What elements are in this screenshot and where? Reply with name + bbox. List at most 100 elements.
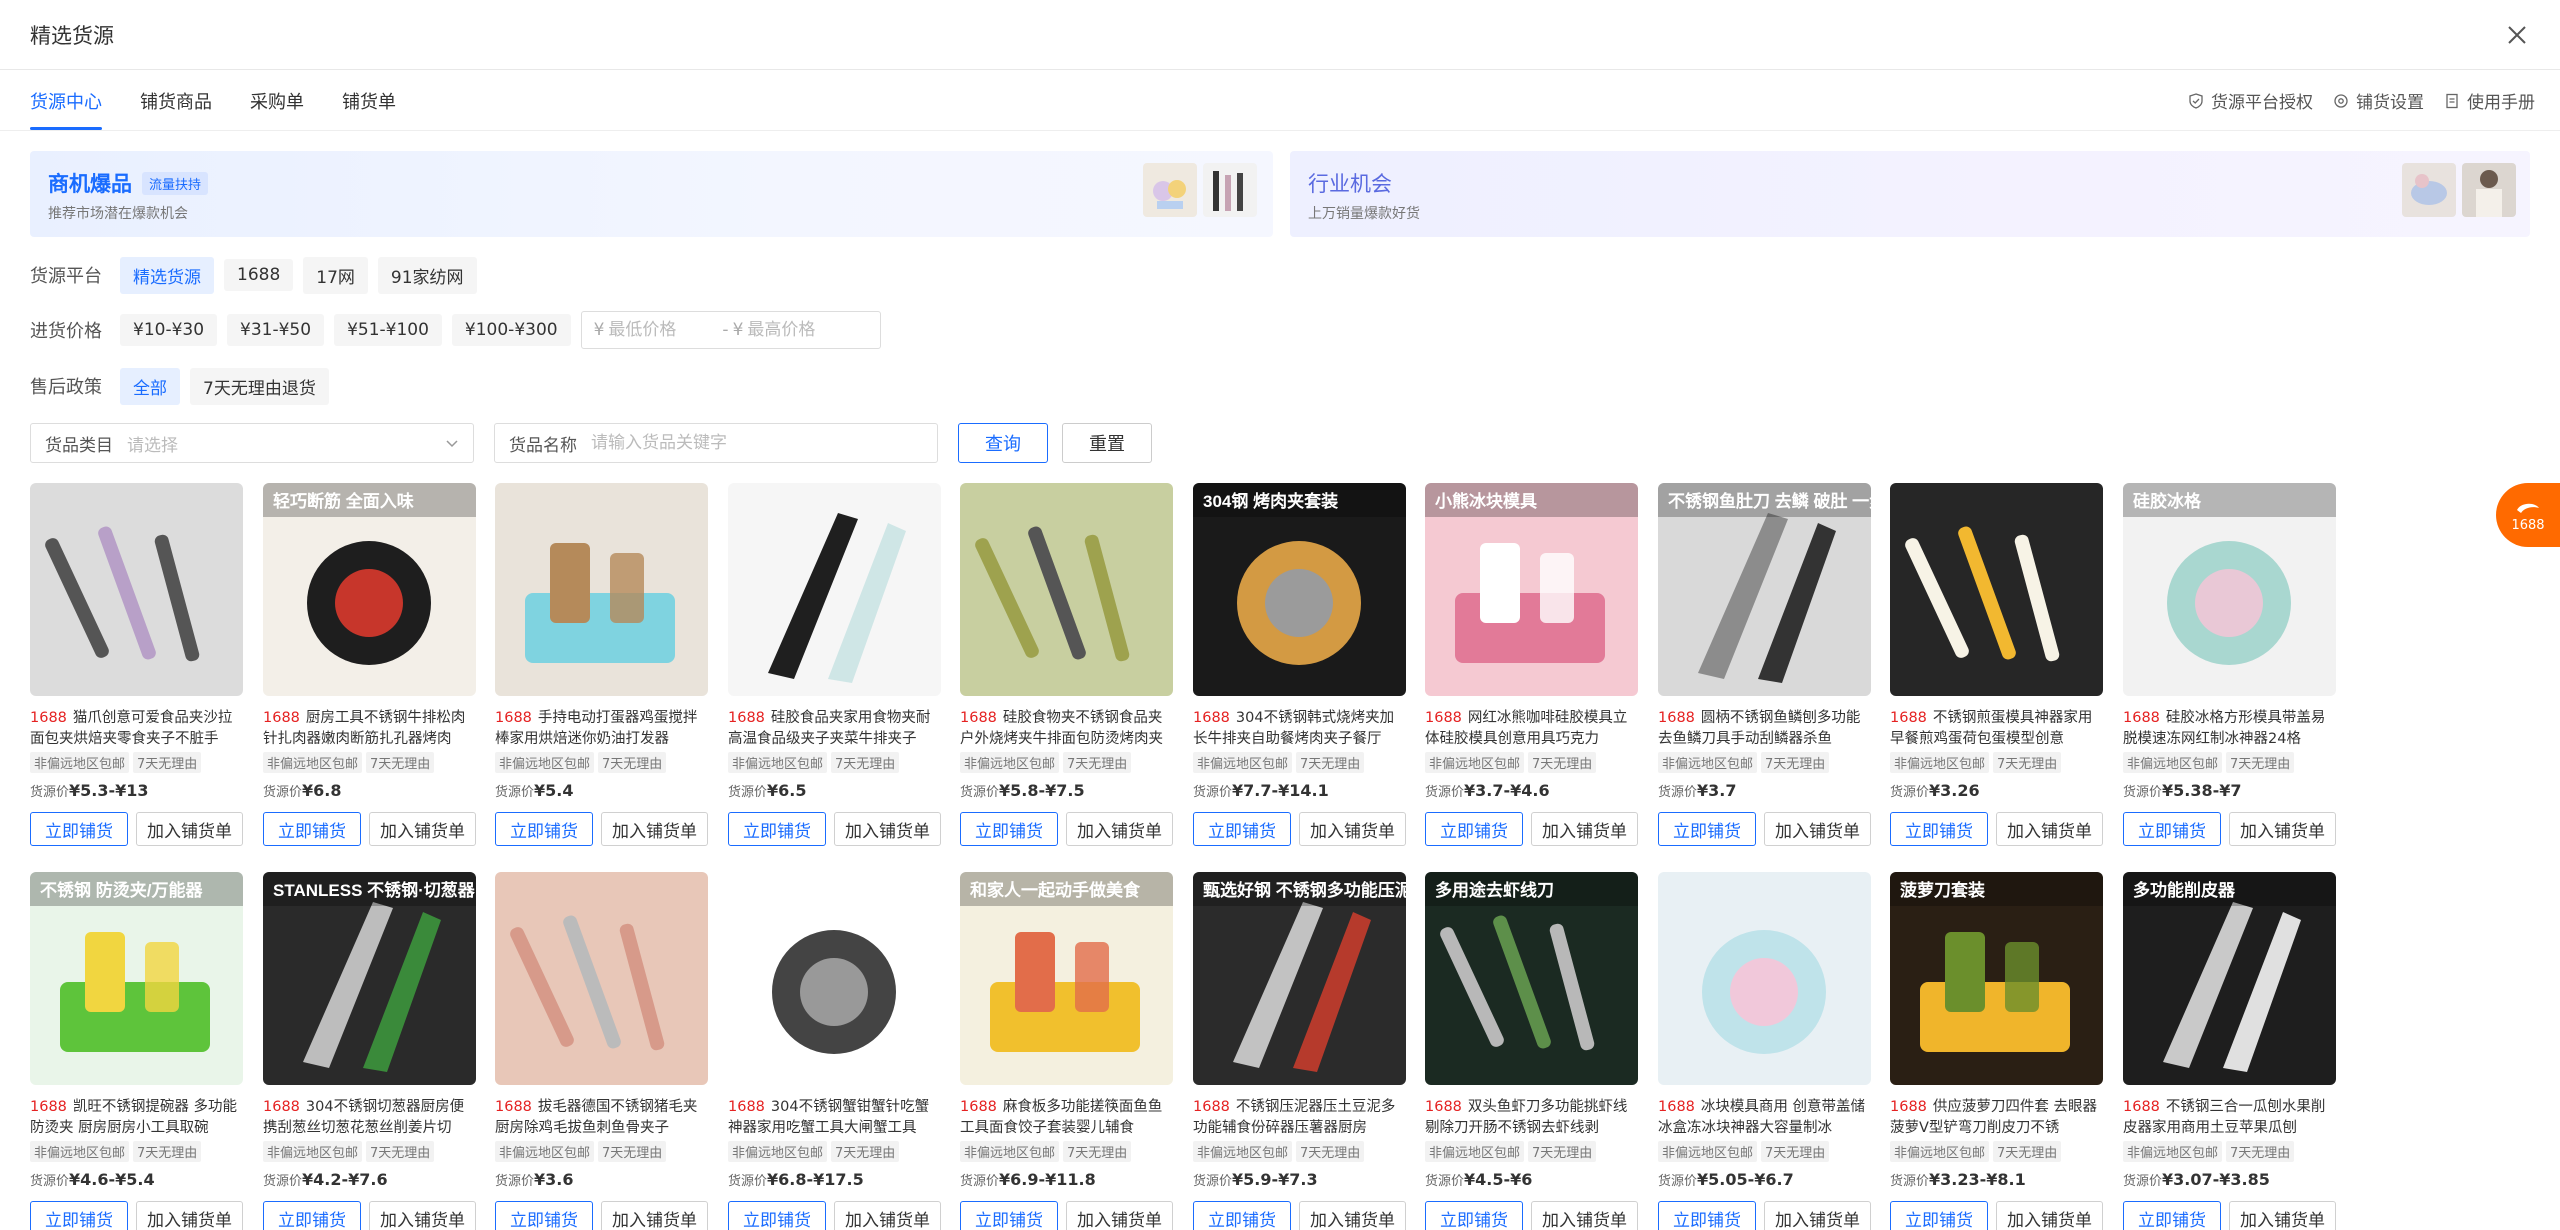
product-card[interactable]: 轻巧断筋 全面入味 1688 厨房工具不锈钢牛排松肉针扎肉器嫩肉断筋扎孔器烤肉 非… xyxy=(263,483,476,846)
min-price-input[interactable] xyxy=(608,320,719,340)
add-to-listing-button[interactable]: 加入铺货单 xyxy=(1299,812,1406,846)
list-now-button[interactable]: 立即铺货 xyxy=(263,1201,361,1230)
float-1688-widget[interactable]: 1688 xyxy=(2496,483,2560,547)
close-icon[interactable] xyxy=(2504,22,2530,48)
product-image-fish-scaler[interactable]: 不锈钢鱼肚刀 去鳞 破肚 一步到位 xyxy=(1658,483,1871,696)
add-to-listing-button[interactable]: 加入铺货单 xyxy=(1066,1201,1173,1230)
filter-option[interactable]: ¥10-¥30 xyxy=(120,314,218,346)
product-card[interactable]: 1688 手持电动打蛋器鸡蛋搅拌棒家用烘焙迷你奶油打发器 非偏远地区包邮 7天无理… xyxy=(495,483,708,846)
product-name[interactable]: 1688 304不锈钢韩式烧烤夹加长牛排夹自助餐烤肉夹子餐厅 xyxy=(1193,708,1406,750)
product-card[interactable]: 菠萝刀套装 1688 供应菠萝刀四件套 去眼器菠萝V型铲弯刀削皮刀不锈 非偏远地区… xyxy=(1890,872,2103,1230)
product-card[interactable]: 硅胶冰格 1688 硅胶冰格方形模具带盖易脱模速冻网红制冰神器24格 非偏远地区包… xyxy=(2123,483,2336,846)
product-card[interactable]: 1688 拔毛器德国不锈钢猪毛夹厨房除鸡毛拔鱼刺鱼骨夹子 非偏远地区包邮 7天无理… xyxy=(495,872,708,1230)
product-name[interactable]: 1688 不锈钢煎蛋模具神器家用早餐煎鸡蛋荷包蛋模型创意 xyxy=(1890,708,2103,750)
list-now-button[interactable]: 立即铺货 xyxy=(2123,812,2221,846)
add-to-listing-button[interactable]: 加入铺货单 xyxy=(601,1201,708,1230)
query-button[interactable]: 查询 xyxy=(958,423,1048,463)
product-image-potato-masher[interactable]: 甄选好钢 不锈钢多功能压泥器 xyxy=(1193,872,1406,1085)
list-now-button[interactable]: 立即铺货 xyxy=(1890,812,1988,846)
add-to-listing-button[interactable]: 加入铺货单 xyxy=(2229,1201,2336,1230)
product-name[interactable]: 1688 猫爪创意可爱食品夹沙拉面包夹烘焙夹零食夹子不脏手 xyxy=(30,708,243,750)
product-image-bear-ice-mold[interactable]: 小熊冰块模具 xyxy=(1425,483,1638,696)
tab-purchase-orders[interactable]: 采购单 xyxy=(250,88,304,130)
tab-source-center[interactable]: 货源中心 xyxy=(30,88,102,130)
product-card[interactable]: 多用途去虾线刀 1688 双头鱼虾刀多功能挑虾线剔除刀开肠不锈钢去虾线剥 非偏远地… xyxy=(1425,872,1638,1230)
filter-option[interactable]: ¥100-¥300 xyxy=(451,314,571,346)
product-name[interactable]: 1688 双头鱼虾刀多功能挑虾线剔除刀开肠不锈钢去虾线剥 xyxy=(1425,1097,1638,1139)
product-card[interactable]: 多功能削皮器 1688 不锈钢三合一瓜刨水果削皮器家用商用土豆苹果瓜刨 非偏远地区… xyxy=(2123,872,2336,1230)
product-image-scallion-cutter[interactable]: STANLESS 不锈钢·切葱器 xyxy=(263,872,476,1085)
product-name[interactable]: 1688 不锈钢三合一瓜刨水果削皮器家用商用土豆苹果瓜刨 xyxy=(2123,1097,2336,1139)
add-to-listing-button[interactable]: 加入铺货单 xyxy=(1996,812,2103,846)
platform-auth-link[interactable]: 货源平台授权 xyxy=(2188,88,2313,113)
filter-option[interactable]: ¥31-¥50 xyxy=(227,314,325,346)
add-to-listing-button[interactable]: 加入铺货单 xyxy=(1066,812,1173,846)
product-image-pineapple-knife[interactable]: 菠萝刀套装 xyxy=(1890,872,2103,1085)
list-now-button[interactable]: 立即铺货 xyxy=(960,812,1058,846)
product-card[interactable]: 不锈钢鱼肚刀 去鳞 破肚 一步到位 1688圆柄不锈钢鱼鳞刨多功能去鱼鳞刀具手动… xyxy=(1658,483,1871,846)
filter-option[interactable]: 精选货源 xyxy=(120,256,214,294)
product-name[interactable]: 1688 圆柄不锈钢鱼鳞刨多功能去鱼鳞刀具手动刮鳞器杀鱼 xyxy=(1658,708,1871,750)
list-now-button[interactable]: 立即铺货 xyxy=(728,1201,826,1230)
add-to-listing-button[interactable]: 加入铺货单 xyxy=(834,1201,941,1230)
product-card[interactable]: 1688 硅胶食物夹不锈钢食品夹户外烧烤夹牛排面包防烫烤肉夹 非偏远地区包邮 7天… xyxy=(960,483,1173,846)
product-name[interactable]: 1688 供应菠萝刀四件套 去眼器菠萝V型铲弯刀削皮刀不锈 xyxy=(1890,1097,2103,1139)
product-image-bowl-clip[interactable]: 不锈钢 防烫夹/万能器 xyxy=(30,872,243,1085)
product-name[interactable]: 1688 网红冰熊咖啡硅胶模具立体硅胶模具创意用具巧克力 xyxy=(1425,708,1638,750)
industry-opportunity-banner[interactable]: 行业机会 上万销量爆款好货 xyxy=(1290,151,2530,237)
list-now-button[interactable]: 立即铺货 xyxy=(2123,1201,2221,1230)
product-image-ice-tray[interactable]: 硅胶冰格 xyxy=(2123,483,2336,696)
add-to-listing-button[interactable]: 加入铺货单 xyxy=(1764,1201,1871,1230)
product-name-input[interactable] xyxy=(591,433,923,453)
add-to-listing-button[interactable]: 加入铺货单 xyxy=(136,812,243,846)
filter-option[interactable]: 全部 xyxy=(120,367,180,405)
product-card[interactable]: 甄选好钢 不锈钢多功能压泥器 1688不锈钢压泥器压土豆泥多功能辅食份碎器压薯器… xyxy=(1193,872,1406,1230)
add-to-listing-button[interactable]: 加入铺货单 xyxy=(601,812,708,846)
list-now-button[interactable]: 立即铺货 xyxy=(1425,812,1523,846)
filter-option[interactable]: ¥51-¥100 xyxy=(334,314,442,346)
list-now-button[interactable]: 立即铺货 xyxy=(1890,1201,1988,1230)
list-now-button[interactable]: 立即铺货 xyxy=(30,812,128,846)
product-card[interactable]: 1688 硅胶食品夹家用食物夹耐高温食品级夹子夹菜牛排夹子 非偏远地区包邮 7天无… xyxy=(728,483,941,846)
product-image-shrimp-knife[interactable]: 多用途去虾线刀 xyxy=(1425,872,1638,1085)
add-to-listing-button[interactable]: 加入铺货单 xyxy=(2229,812,2336,846)
product-image-food-tongs-set[interactable] xyxy=(30,483,243,696)
product-image-crab-cracker[interactable] xyxy=(728,872,941,1085)
category-select[interactable]: 货品类目 请选择 xyxy=(30,423,474,463)
product-name[interactable]: 1688 麻食板多功能搓筷面鱼鱼工具面食饺子套装婴儿辅食 xyxy=(960,1097,1173,1139)
list-now-button[interactable]: 立即铺货 xyxy=(1193,812,1291,846)
listing-settings-link[interactable]: 铺货设置 xyxy=(2333,88,2424,113)
add-to-listing-button[interactable]: 加入铺货单 xyxy=(369,1201,476,1230)
product-image-meat-tenderizer[interactable]: 轻巧断筋 全面入味 xyxy=(263,483,476,696)
product-name[interactable]: 1688 硅胶食物夹不锈钢食品夹户外烧烤夹牛排面包防烫烤肉夹 xyxy=(960,708,1173,750)
product-name[interactable]: 1688 硅胶冰格方形模具带盖易脱模速冻网红制冰神器24格 xyxy=(2123,708,2336,750)
filter-option[interactable]: 17网 xyxy=(303,256,368,294)
list-now-button[interactable]: 立即铺货 xyxy=(495,812,593,846)
product-image-silicone-bbq-tongs[interactable] xyxy=(960,483,1173,696)
list-now-button[interactable]: 立即铺货 xyxy=(728,812,826,846)
tab-listed-products[interactable]: 铺货商品 xyxy=(140,88,212,130)
product-image-korean-bbq-scissors[interactable]: 304钢 烤肉夹套装 xyxy=(1193,483,1406,696)
product-card[interactable]: 1688 冰块模具商用 创意带盖储冰盒冻冰块神器大容量制冰 非偏远地区包邮 7天无… xyxy=(1658,872,1871,1230)
tab-listing-orders[interactable]: 铺货单 xyxy=(342,88,396,130)
product-name[interactable]: 1688 304不锈钢蟹钳蟹针吃蟹神器家用吃蟹工具大闸蟹工具 xyxy=(728,1097,941,1139)
product-card[interactable]: 1688 不锈钢煎蛋模具神器家用早餐煎鸡蛋荷包蛋模型创意 非偏远地区包邮 7天无理… xyxy=(1890,483,2103,846)
product-image-electric-whisk[interactable] xyxy=(495,483,708,696)
product-name[interactable]: 1688 304不锈钢切葱器厨房便携刮葱丝切葱花葱丝削姜片切 xyxy=(263,1097,476,1139)
list-now-button[interactable]: 立即铺货 xyxy=(1658,1201,1756,1230)
product-image-hair-tweezer[interactable] xyxy=(495,872,708,1085)
product-card[interactable]: STANLESS 不锈钢·切葱器 1688 304不锈钢切葱器厨房便携刮葱丝切葱花… xyxy=(263,872,476,1230)
list-now-button[interactable]: 立即铺货 xyxy=(1658,812,1756,846)
list-now-button[interactable]: 立即铺货 xyxy=(960,1201,1058,1230)
product-card[interactable]: 不锈钢 防烫夹/万能器 1688 凯旺不锈钢提碗器 多功能防烫夹 厨房厨房小工具取… xyxy=(30,872,243,1230)
product-name[interactable]: 1688 凯旺不锈钢提碗器 多功能防烫夹 厨房厨房小工具取碗 xyxy=(30,1097,243,1139)
add-to-listing-button[interactable]: 加入铺货单 xyxy=(1299,1201,1406,1230)
list-now-button[interactable]: 立即铺货 xyxy=(495,1201,593,1230)
add-to-listing-button[interactable]: 加入铺货单 xyxy=(1764,812,1871,846)
product-image-silicone-tongs[interactable] xyxy=(728,483,941,696)
product-name[interactable]: 1688 冰块模具商用 创意带盖储冰盒冻冰块神器大容量制冰 xyxy=(1658,1097,1871,1139)
add-to-listing-button[interactable]: 加入铺货单 xyxy=(136,1201,243,1230)
add-to-listing-button[interactable]: 加入铺货单 xyxy=(1531,812,1638,846)
reset-button[interactable]: 重置 xyxy=(1062,423,1152,463)
product-card[interactable]: 1688 猫爪创意可爱食品夹沙拉面包夹烘焙夹零食夹子不脏手 非偏远地区包邮 7天无… xyxy=(30,483,243,846)
